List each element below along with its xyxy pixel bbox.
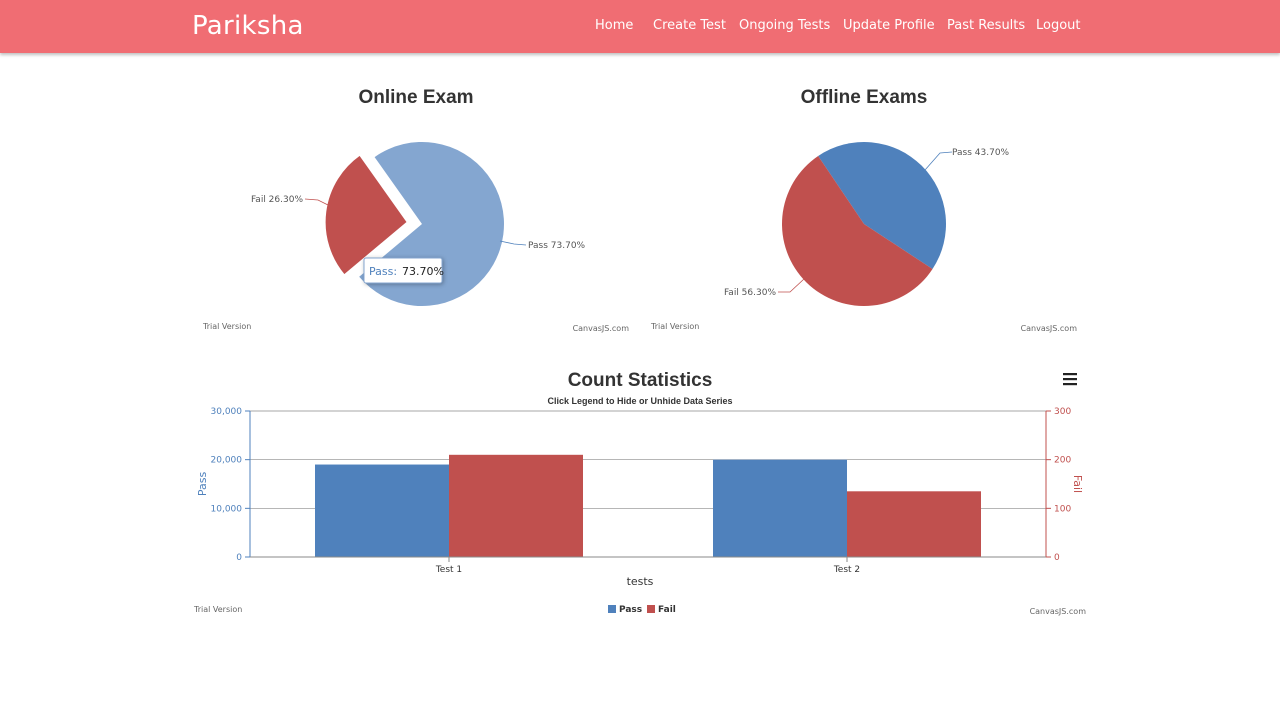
x-tick-label: Test 2 (833, 565, 860, 575)
bar-fail-test-2[interactable] (847, 491, 981, 557)
y-tick-label: 20,000 (211, 456, 243, 466)
tooltip-label: Pass: (369, 265, 397, 278)
legend-item-fail[interactable]: Fail (647, 605, 676, 615)
count-statistics-subtitle: Click Legend to Hide or Unhide Data Seri… (547, 396, 732, 406)
pie-label-pass: Pass 43.70% (952, 148, 1010, 158)
legend: Pass Fail (608, 605, 676, 615)
y-tick-label: 30,000 (211, 407, 243, 417)
canvasjs-credit[interactable]: CanvasJS.com (1030, 607, 1087, 616)
online-exam-title: Online Exam (358, 87, 473, 108)
legend-label-fail: Fail (658, 605, 676, 615)
trial-watermark: Trial Version (193, 605, 242, 614)
canvasjs-credit[interactable]: CanvasJS.com (1021, 324, 1078, 333)
y2-tick-label: 100 (1054, 504, 1071, 514)
pie-tooltip: Pass: 73.70% (363, 257, 444, 284)
leader-line-pass (924, 151, 953, 171)
y2-tick-label: 200 (1054, 456, 1071, 466)
pie-label-fail: Fail 26.30% (251, 195, 303, 205)
online-exam-chart: Online Exam Fail 26.30% Pass 73.70% Pass… (202, 87, 629, 333)
canvasjs-credit[interactable]: CanvasJS.com (573, 324, 630, 333)
y2-axis-title: Fail (1071, 475, 1084, 493)
x-tick-label: Test 1 (435, 565, 462, 575)
count-statistics-chart: Count Statistics Click Legend to Hide or… (193, 370, 1086, 616)
tooltip-value: 73.70% (402, 265, 444, 278)
legend-swatch-fail (647, 605, 655, 613)
y2-tick-label: 0 (1054, 553, 1060, 563)
hamburger-menu-icon[interactable] (1063, 373, 1077, 386)
bar-pass-test-2[interactable] (713, 459, 847, 557)
leader-line-pass (499, 240, 527, 246)
y-tick-label: 0 (236, 553, 242, 563)
x-axis-title: tests (627, 575, 654, 588)
bar-fail-test-1[interactable] (449, 454, 583, 557)
count-statistics-title: Count Statistics (568, 370, 713, 391)
y-tick-label: 10,000 (211, 504, 243, 514)
trial-watermark: Trial Version (650, 322, 699, 331)
trial-watermark: Trial Version (202, 322, 251, 331)
bar-pass-test-1[interactable] (315, 464, 449, 557)
y-axis-title: Pass (196, 472, 209, 497)
legend-item-pass[interactable]: Pass (608, 605, 642, 615)
bar-series (315, 454, 981, 557)
leader-line-fail (778, 278, 805, 293)
leader-line-fail (304, 198, 331, 207)
pie-label-fail: Fail 56.30% (724, 288, 776, 298)
offline-exams-chart: Offline Exams Pass 43.70% Fail 56.30% Tr… (650, 87, 1077, 333)
y2-tick-label: 300 (1054, 407, 1071, 417)
offline-exams-title: Offline Exams (801, 87, 928, 108)
pie-label-pass: Pass 73.70% (528, 241, 586, 251)
charts-canvas: Online Exam Fail 26.30% Pass 73.70% Pass… (193, 87, 1086, 616)
legend-label-pass: Pass (619, 605, 642, 615)
legend-swatch-pass (608, 605, 616, 613)
